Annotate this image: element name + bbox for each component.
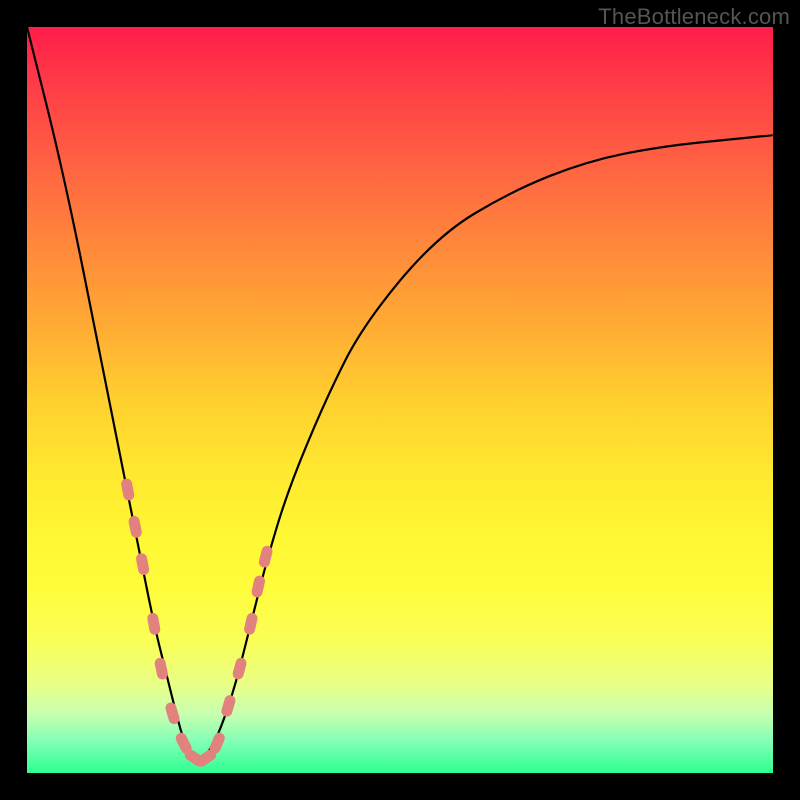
bead [220,694,237,718]
bead [258,545,274,569]
bead [164,701,181,725]
curve-svg [27,27,773,773]
bottleneck-curve [27,27,773,758]
bead [135,552,150,576]
plot-area [27,27,773,773]
bead [243,612,259,636]
chart-frame: TheBottleneck.com [0,0,800,800]
bead [154,657,169,681]
highlight-beads [120,478,274,769]
bead [251,575,267,599]
bead [120,478,135,502]
bead [128,515,143,539]
bead [146,612,161,636]
bead [231,657,247,681]
